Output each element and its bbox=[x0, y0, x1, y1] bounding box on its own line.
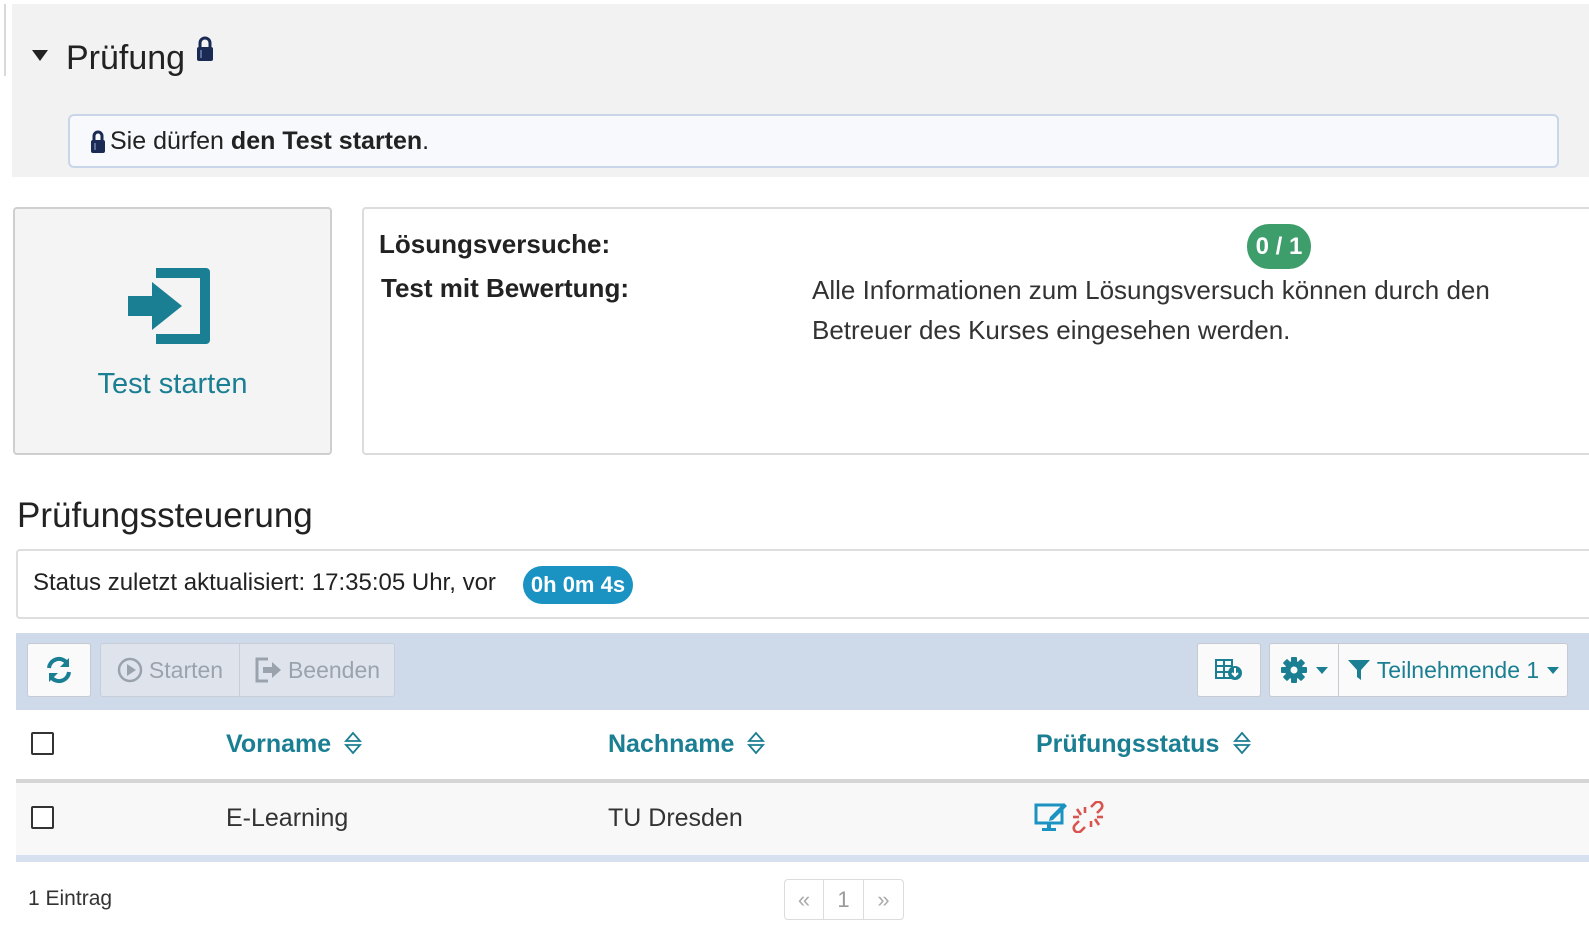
section-title: Prüfung bbox=[66, 39, 186, 77]
notice-lock-icon bbox=[90, 130, 106, 159]
cell-vorname: E-Learning bbox=[226, 804, 349, 832]
lock-icon bbox=[196, 36, 214, 67]
attempts-label: Lösungsversuche: bbox=[379, 229, 611, 259]
refresh-button[interactable] bbox=[27, 643, 91, 697]
column-header-nachname[interactable]: Nachname bbox=[608, 729, 734, 759]
elapsed-badge: 0h 0m 4s bbox=[523, 566, 633, 604]
graded-value: Alle Informationen zum Lösungsversuch kö… bbox=[812, 275, 1490, 345]
settings-dropdown[interactable] bbox=[1269, 643, 1339, 697]
sign-in-icon bbox=[126, 262, 214, 355]
start-exam-label: Starten bbox=[148, 656, 224, 683]
table-bottom-border bbox=[16, 855, 1589, 862]
collapse-caret-icon[interactable] bbox=[32, 50, 48, 61]
filter-icon bbox=[1347, 660, 1370, 680]
notice-text: Sie dürfen den Test starten. bbox=[110, 127, 430, 155]
left-border bbox=[4, 4, 6, 76]
monitor-edit-icon bbox=[1034, 801, 1068, 838]
start-test-label[interactable]: Test starten bbox=[13, 366, 332, 402]
graded-label: Test mit Bewertung: bbox=[381, 273, 629, 303]
sort-icon[interactable] bbox=[1233, 731, 1251, 760]
sign-out-icon bbox=[255, 657, 281, 683]
pagination-prev[interactable]: « bbox=[784, 879, 824, 920]
refresh-icon bbox=[47, 656, 71, 684]
sort-icon[interactable] bbox=[747, 731, 765, 760]
play-circle-icon bbox=[117, 657, 143, 683]
cell-nachname: TU Dresden bbox=[608, 804, 743, 832]
export-button[interactable] bbox=[1197, 643, 1261, 697]
select-all-checkbox[interactable] bbox=[31, 732, 54, 755]
start-exam-button[interactable]: Starten bbox=[100, 643, 240, 697]
pagination-page[interactable]: 1 bbox=[823, 879, 864, 920]
row-checkbox[interactable] bbox=[31, 806, 54, 829]
participants-filter[interactable]: Teilnehmende 1 bbox=[1338, 643, 1568, 697]
status-text: Status zuletzt aktualisiert: 17:35:05 Uh… bbox=[33, 569, 496, 596]
end-exam-button[interactable]: Beenden bbox=[239, 643, 395, 697]
attempts-badge: 0 / 1 bbox=[1247, 224, 1311, 269]
broken-link-icon bbox=[1071, 800, 1105, 838]
column-header-vorname[interactable]: Vorname bbox=[226, 729, 331, 759]
notice-bold: den Test starten bbox=[230, 127, 423, 155]
entry-count: 1 Eintrag bbox=[28, 887, 113, 910]
table-export-icon bbox=[1215, 659, 1242, 680]
chevron-down-icon bbox=[1547, 666, 1560, 674]
end-exam-label: Beenden bbox=[287, 656, 381, 683]
participants-filter-label: Teilnehmende 1 bbox=[1376, 656, 1540, 683]
control-title: Prüfungssteuerung bbox=[17, 496, 313, 535]
gear-icon bbox=[1281, 657, 1307, 683]
column-header-pruefungsstatus[interactable]: Prüfungsstatus bbox=[1036, 729, 1219, 759]
pagination-next[interactable]: » bbox=[863, 879, 904, 920]
sort-icon[interactable] bbox=[344, 731, 362, 760]
chevron-down-icon bbox=[1316, 666, 1328, 674]
